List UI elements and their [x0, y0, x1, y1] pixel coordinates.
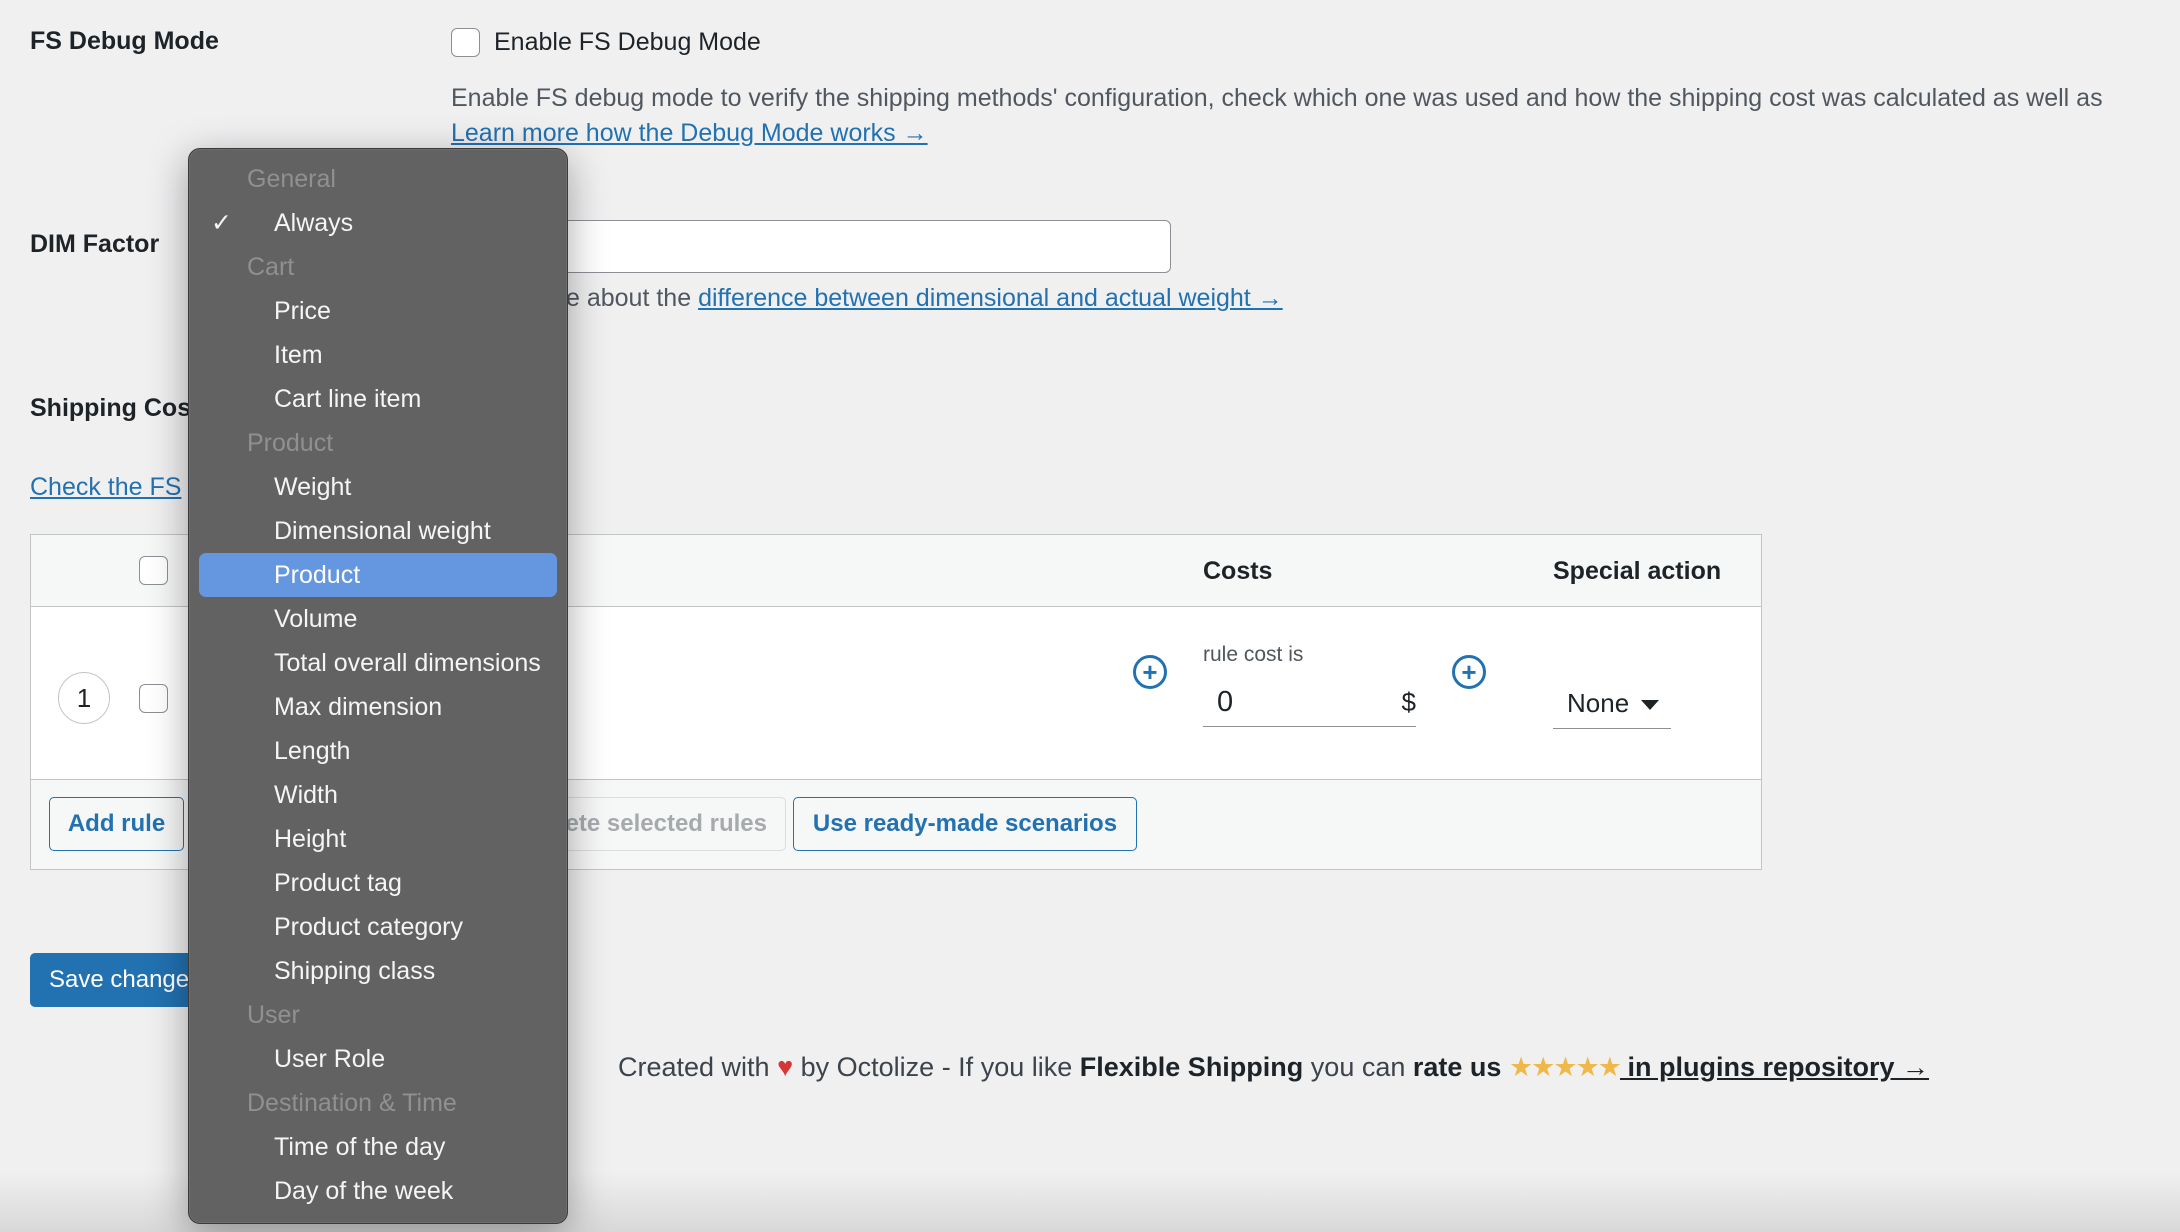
debug-mode-description: Enable FS debug mode to verify the shipp…: [451, 84, 2103, 113]
currency-symbol: $: [1402, 687, 1416, 718]
checkmark-icon: ✓: [211, 201, 232, 245]
header-costs: Costs: [1203, 557, 1272, 586]
debug-mode-learn-more-link[interactable]: Learn more how the Debug Mode works →: [451, 119, 928, 148]
menu-item-label: User Role: [274, 1045, 385, 1073]
menu-item-product-category[interactable]: Product category: [199, 905, 557, 949]
menu-item-label: Price: [274, 297, 331, 325]
menu-item-length[interactable]: Length: [199, 729, 557, 773]
rule-number-badge: 1: [58, 672, 110, 724]
menu-group-general: General: [199, 157, 557, 201]
header-special-action: Special action: [1553, 557, 1721, 586]
menu-item-total-overall-dimensions[interactable]: Total overall dimensions: [199, 641, 557, 685]
menu-item-shipping-class[interactable]: Shipping class: [199, 949, 557, 993]
dim-factor-label: DIM Factor: [30, 230, 159, 259]
dim-factor-help-text: e about the: [566, 284, 698, 312]
menu-item-product[interactable]: Product: [199, 553, 557, 597]
menu-item-label: Product tag: [274, 869, 402, 897]
footer-created-with: Created with: [618, 1052, 770, 1082]
menu-item-label: Dimensional weight: [274, 517, 491, 545]
rule-select-checkbox[interactable]: [139, 684, 168, 713]
menu-item-label: Width: [274, 781, 338, 809]
select-all-checkbox[interactable]: [139, 556, 168, 585]
footer-rate-us: rate us: [1413, 1052, 1502, 1082]
menu-item-weight[interactable]: Weight: [199, 465, 557, 509]
cost-caption: rule cost is: [1203, 643, 1303, 667]
menu-item-label: Height: [274, 825, 346, 853]
rule-cost-input[interactable]: 0 $: [1203, 679, 1416, 727]
menu-item-dimensional-weight[interactable]: Dimensional weight: [199, 509, 557, 553]
menu-item-label: Item: [274, 341, 323, 369]
dim-factor-help-link[interactable]: difference between dimensional and actua…: [698, 284, 1283, 312]
add-cost-plus-icon[interactable]: +: [1452, 655, 1486, 689]
footer-by-text: by Octolize - If you like: [801, 1052, 1073, 1082]
menu-group-user: User: [199, 993, 557, 1037]
menu-item-label: Day of the week: [274, 1177, 453, 1205]
menu-item-width[interactable]: Width: [199, 773, 557, 817]
shipping-costs-label: Shipping Cos: [30, 394, 191, 423]
menu-item-label: Max dimension: [274, 693, 442, 721]
menu-item-item[interactable]: Item: [199, 333, 557, 377]
add-rule-button[interactable]: Add rule: [49, 797, 184, 851]
menu-item-time-of-the-day[interactable]: Time of the day: [199, 1125, 557, 1169]
menu-item-day-of-the-week[interactable]: Day of the week: [199, 1169, 557, 1213]
menu-item-price[interactable]: Price: [199, 289, 557, 333]
menu-item-label: Weight: [274, 473, 351, 501]
menu-item-label: Volume: [274, 605, 357, 633]
menu-item-product-tag[interactable]: Product tag: [199, 861, 557, 905]
debug-mode-label: FS Debug Mode: [30, 27, 219, 56]
add-condition-plus-icon[interactable]: +: [1133, 655, 1167, 689]
menu-item-label: Always: [274, 209, 353, 237]
menu-item-height[interactable]: Height: [199, 817, 557, 861]
menu-item-label: Cart line item: [274, 385, 421, 413]
menu-group-product: Product: [199, 421, 557, 465]
plugins-repository-link[interactable]: in plugins repository →: [1620, 1052, 1929, 1082]
menu-item-user-role[interactable]: User Role: [199, 1037, 557, 1081]
menu-item-always[interactable]: ✓ Always: [199, 201, 557, 245]
menu-group-cart: Cart: [199, 245, 557, 289]
menu-item-label: Time of the day: [274, 1133, 445, 1161]
star-rating-icon: ★★★★★: [1509, 1052, 1620, 1082]
chevron-down-icon: [1641, 700, 1659, 710]
menu-group-destination-time: Destination & Time: [199, 1081, 557, 1125]
footer-credits: Created with ♥ by Octolize - If you like…: [618, 1052, 1929, 1083]
special-action-value: None: [1567, 688, 1629, 719]
condition-dropdown-menu[interactable]: General✓ Always Cart Price Item Cart line ite…: [188, 148, 568, 1224]
ready-made-scenarios-button[interactable]: Use ready-made scenarios: [793, 797, 1137, 851]
menu-item-label: Length: [274, 737, 350, 765]
menu-item-label: Total overall dimensions: [274, 649, 541, 677]
dim-factor-help: e about the difference between dimension…: [566, 284, 1283, 313]
menu-item-cart-line-item[interactable]: Cart line item: [199, 377, 557, 421]
footer-plugin-name: Flexible Shipping: [1080, 1052, 1304, 1082]
rule-cost-value: 0: [1217, 686, 1233, 719]
special-action-select[interactable]: None: [1553, 679, 1671, 729]
menu-item-max-dimension[interactable]: Max dimension: [199, 685, 557, 729]
heart-icon: ♥: [777, 1052, 793, 1082]
menu-item-label: Shipping class: [274, 957, 435, 985]
menu-item-label: Product category: [274, 913, 463, 941]
debug-mode-checkbox-label[interactable]: Enable FS Debug Mode: [494, 28, 761, 57]
menu-item-volume[interactable]: Volume: [199, 597, 557, 641]
check-fs-link[interactable]: Check the FS: [30, 473, 181, 502]
debug-mode-checkbox[interactable]: [451, 28, 480, 57]
footer-you-can: you can: [1311, 1052, 1406, 1082]
menu-item-label: Product: [274, 561, 360, 589]
